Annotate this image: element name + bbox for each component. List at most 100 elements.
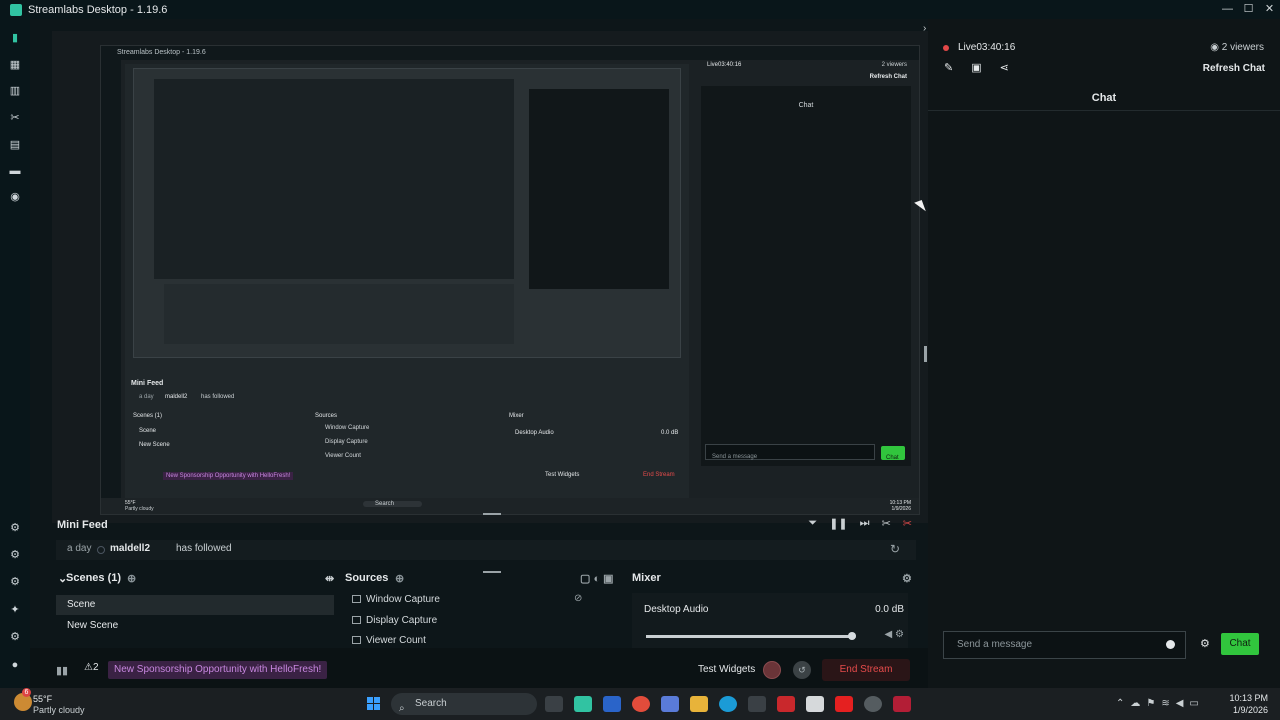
collapse-chat-icon[interactable]: ›	[923, 23, 926, 34]
add-scene-icon[interactable]: ⊕	[127, 572, 136, 585]
test-widgets-button[interactable]: Test Widgets	[698, 664, 755, 675]
taskbar-search[interactable]: ⌕ Search	[391, 693, 537, 715]
nested-feed-user: maldell2	[165, 394, 188, 400]
visibility-icon[interactable]: ⊘	[574, 593, 582, 604]
share-icon[interactable]: ⋖	[1000, 61, 1009, 74]
emoji-icon[interactable]	[1166, 640, 1175, 649]
highlighter-icon[interactable]: ◉	[9, 191, 21, 203]
editor-icon[interactable]: ▮	[9, 32, 21, 44]
dashboard-icon[interactable]: ▦	[9, 59, 21, 71]
openai-icon[interactable]	[864, 696, 882, 712]
layout-icon[interactable]: ▥	[9, 85, 21, 97]
add-source-icon[interactable]: ⊕	[395, 572, 404, 585]
viewer-count-label: 2 viewers	[1221, 42, 1264, 53]
scene-item[interactable]: Scene	[56, 595, 334, 615]
close-button[interactable]: ✕	[1259, 0, 1280, 19]
feed-tools: ⏷ ❚❚ ⏭ ✂ ✂	[808, 517, 912, 530]
studio-icon[interactable]: ▣	[971, 61, 981, 74]
repeat-alert-icon[interactable]: ↻	[890, 542, 900, 556]
profile-icon[interactable]: ●	[9, 659, 21, 671]
mixer-settings-icon[interactable]: ⚙	[902, 572, 912, 585]
layout-editor-icon[interactable]: ⚙	[9, 549, 21, 561]
promo-banner[interactable]: New Sponsorship Opportunity with HelloFr…	[108, 661, 328, 679]
learn-icon[interactable]: ⚙	[9, 576, 21, 588]
source-item[interactable]: Display Capture	[352, 611, 622, 631]
chat-header: Chat	[928, 89, 1280, 111]
feed-splitter[interactable]	[483, 513, 501, 515]
clock-date[interactable]: 1/9/2026	[1224, 705, 1268, 715]
task-view-icon[interactable]	[545, 696, 563, 712]
scene-item[interactable]: New Scene	[56, 616, 334, 636]
store-icon[interactable]: ▤	[9, 139, 21, 151]
skip-icon[interactable]: ⏭	[860, 517, 870, 530]
source-item[interactable]: Viewer Count	[352, 631, 622, 645]
teams-icon[interactable]	[603, 696, 621, 712]
start-button[interactable]	[367, 697, 381, 711]
eye-icon	[352, 636, 361, 645]
apps-icon[interactable]: ▬	[9, 165, 21, 177]
store-app-icon[interactable]	[748, 696, 766, 712]
nested-level-panels	[164, 284, 514, 344]
source-tools-icon[interactable]: ▢ ◐ ▣	[580, 572, 614, 585]
message-input[interactable]: Send a message	[943, 631, 1186, 659]
performance-icon[interactable]: ▮▮	[56, 664, 68, 677]
refresh-chat-button[interactable]: Refresh Chat	[1203, 63, 1265, 74]
speaker-icon[interactable]: ◀	[885, 629, 893, 640]
replay-buffer-button[interactable]: ↺	[793, 661, 811, 679]
streamlabs-taskbar-icon[interactable]	[574, 696, 592, 712]
window-controls: — ☐ ✕	[1217, 0, 1280, 19]
alert-icon[interactable]: ⚠2	[84, 662, 99, 673]
disable-alerts-icon[interactable]: ✂	[903, 517, 912, 530]
volume-knob[interactable]	[847, 632, 856, 640]
chat-settings-icon[interactable]: ⚙	[1200, 637, 1210, 650]
nested-taskbar: 55°F Partly cloudy Search 10:13 PM 1/9/2…	[101, 498, 919, 514]
event-action: has followed	[176, 543, 232, 554]
audio-settings-icon[interactable]: ⚙	[895, 629, 904, 640]
mail-app-icon[interactable]	[777, 696, 795, 712]
scenes-title: Scenes (1)	[66, 572, 122, 584]
source-label: Window Capture	[366, 594, 440, 605]
edit-stream-icon[interactable]: ✎	[944, 61, 953, 74]
send-chat-button[interactable]: Chat	[1221, 633, 1259, 655]
eye-icon: ◉	[1210, 42, 1222, 53]
clock-time[interactable]: 10:13 PM	[1224, 693, 1268, 703]
nested-test-widgets: Test Widgets	[545, 472, 580, 478]
pause-icon[interactable]: ❚❚	[829, 517, 847, 530]
scene-transitions-icon[interactable]: ⇹	[325, 572, 334, 585]
volume-fill	[646, 635, 852, 638]
mute-icon[interactable]: ✂	[882, 517, 891, 530]
youtube-icon[interactable]	[835, 696, 853, 712]
end-stream-button[interactable]: End Stream	[822, 659, 910, 681]
event-time: a day	[67, 543, 92, 554]
nested-weather: Partly cloudy	[125, 506, 154, 512]
chat-pane: › Live03:40:16 ◉ 2 viewers ✎ ▣ ⋖ Refresh…	[923, 19, 1280, 688]
edge-icon[interactable]	[719, 696, 737, 712]
volume-slider[interactable]	[646, 632, 856, 640]
nested-left-nav	[101, 60, 121, 514]
preview-resize-handle[interactable]	[924, 346, 927, 362]
nested-end-stream: End Stream	[643, 472, 675, 478]
file-explorer-icon[interactable]	[690, 696, 708, 712]
system-tray[interactable]: ⌃☁⚑≋◀▭	[1116, 698, 1205, 709]
event-user[interactable]: maldell2	[110, 543, 150, 554]
nested-mini-feed: Mini Feed	[131, 380, 164, 387]
recorder-icon[interactable]	[893, 696, 911, 712]
themes-icon[interactable]: ✂	[9, 112, 21, 124]
minimize-button[interactable]: —	[1217, 0, 1238, 19]
bottom-bar: ▮▮ ⚠2 New Sponsorship Opportunity with H…	[30, 648, 928, 688]
ai-icon[interactable]: ✦	[9, 604, 21, 616]
notes-icon[interactable]	[806, 696, 824, 712]
maximize-button[interactable]: ☐	[1238, 0, 1259, 19]
nested-title: Streamlabs Desktop - 1.19.6	[101, 46, 919, 60]
source-label: Display Capture	[366, 615, 438, 626]
filter-icon[interactable]: ⏷	[808, 517, 817, 530]
copilot-icon[interactable]	[661, 696, 679, 712]
mixer-controls: ◀ ⚙	[885, 629, 904, 640]
stream-preview[interactable]: Streamlabs Desktop - 1.19.6 Mini Feed a …	[52, 31, 928, 523]
mixer-source-name: Desktop Audio	[644, 604, 709, 615]
panels-splitter[interactable]	[483, 571, 501, 573]
studio-mode-icon[interactable]: ⚙	[9, 522, 21, 534]
settings-icon[interactable]: ⚙	[9, 631, 21, 643]
record-button[interactable]	[763, 661, 781, 679]
chrome-icon[interactable]	[632, 696, 650, 712]
